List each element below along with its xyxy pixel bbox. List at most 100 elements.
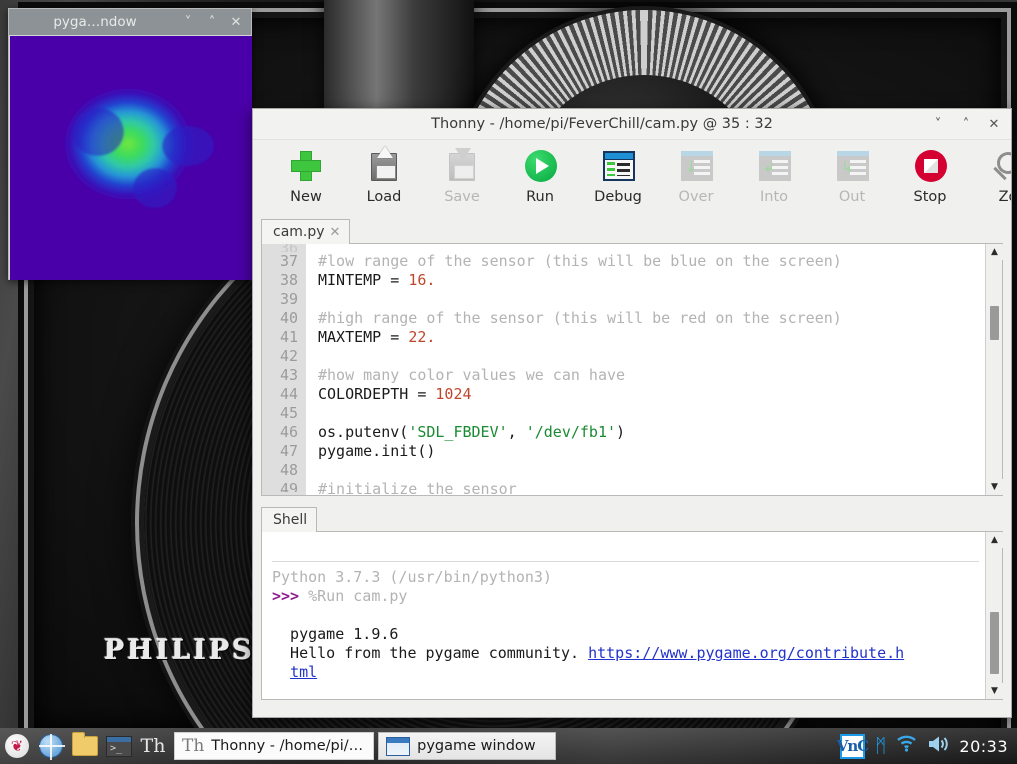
- toolbar-new-button[interactable]: New: [267, 146, 345, 205]
- thonny-maximize-button[interactable]: ˄: [957, 115, 975, 133]
- editor-code-line[interactable]: MINTEMP = 16.: [318, 271, 985, 290]
- thonny-toolbar[interactable]: New Load Save Run Debug ↓: [253, 140, 1011, 214]
- editor-code-line: [318, 244, 985, 252]
- editor-scroll-thumb[interactable]: [990, 306, 999, 340]
- shell-separator: [272, 561, 979, 562]
- pygame-maximize-button[interactable]: ˄: [201, 11, 223, 33]
- toolbar-over-label: Over: [679, 189, 714, 205]
- editor-vertical-scrollbar[interactable]: ▲ ▼: [985, 244, 1002, 495]
- shell-scroll-up-arrow[interactable]: ▲: [986, 532, 1003, 548]
- thonny-titlebar[interactable]: Thonny - /home/pi/FeverChill/cam.py @ 35…: [253, 109, 1011, 140]
- shell-tab[interactable]: Shell: [261, 507, 317, 533]
- shell-line: Python 3.7.3 (/usr/bin/python3): [272, 568, 985, 587]
- taskwin-pygame[interactable]: pygame window: [378, 732, 556, 760]
- shell-line: pygame 1.9.6: [272, 625, 985, 644]
- code-token: os.putenv(: [318, 423, 408, 441]
- shell-token: Python 3.7.3 (/usr/bin/python3): [272, 568, 552, 586]
- wifi-icon[interactable]: [896, 735, 917, 757]
- toolbar-load-label: Load: [367, 189, 402, 205]
- shell-vertical-scrollbar[interactable]: ▲ ▼: [985, 532, 1002, 699]
- shell-line: tml: [272, 663, 985, 682]
- volume-icon[interactable]: [927, 735, 949, 758]
- shell-link[interactable]: https://www.pygame.org/contribute.h: [588, 644, 904, 662]
- toolbar-step-out-button[interactable]: ↳ Out: [813, 146, 891, 205]
- terminal-icon[interactable]: [102, 729, 136, 763]
- editor-line-number: 39: [262, 290, 298, 309]
- load-file-icon: [363, 146, 405, 186]
- taskwin-thonny[interactable]: Th Thonny - /home/pi/…: [174, 732, 374, 760]
- editor-code-line[interactable]: [318, 290, 985, 309]
- editor-code-line[interactable]: os.putenv('SDL_FBDEV', '/dev/fb1'): [318, 423, 985, 442]
- pygame-thermal-canvas[interactable]: [10, 36, 252, 280]
- editor-line-number: 46: [262, 423, 298, 442]
- code-token: #low range of the sensor (this will be b…: [318, 252, 842, 270]
- editor-code-line[interactable]: #high range of the sensor (this will be …: [318, 309, 985, 328]
- toolbar-run-button[interactable]: Run: [501, 146, 579, 205]
- toolbar-zoom-button[interactable]: Zo: [969, 146, 1011, 205]
- taskbar[interactable]: ❦ Th Th Thonny - /home/pi/… pygame windo…: [0, 728, 1017, 764]
- code-token: 22.: [408, 328, 435, 346]
- editor-tab-label: cam.py: [273, 224, 325, 240]
- toolbar-step-over-button[interactable]: ↓ Over: [657, 146, 735, 205]
- pygame-window[interactable]: pyga…ndow ˅ ˄ ✕: [8, 8, 252, 280]
- editor-code-line[interactable]: MAXTEMP = 22.: [318, 328, 985, 347]
- debug-icon: [597, 146, 639, 186]
- shell-tabstrip[interactable]: Shell: [261, 504, 1003, 532]
- code-token: #initialize the sensor: [318, 480, 517, 495]
- editor-code-text[interactable]: #low range of the sensor (this will be b…: [306, 244, 985, 495]
- shell-output-text[interactable]: Python 3.7.3 (/usr/bin/python3)>>> %Run …: [262, 532, 985, 699]
- toolbar-stop-button[interactable]: Stop: [891, 146, 969, 205]
- thonny-window[interactable]: Thonny - /home/pi/FeverChill/cam.py @ 35…: [252, 108, 1012, 718]
- toolbar-debug-button[interactable]: Debug: [579, 146, 657, 205]
- editor-code-line[interactable]: [318, 461, 985, 480]
- stop-icon: [909, 146, 951, 186]
- editor-line-numbers: 3637383940414243444546474849: [262, 244, 306, 495]
- folder-glyph: [72, 736, 98, 756]
- toolbar-new-label: New: [290, 189, 322, 205]
- file-manager-icon[interactable]: [68, 729, 102, 763]
- shell-pane[interactable]: Python 3.7.3 (/usr/bin/python3)>>> %Run …: [261, 532, 1003, 700]
- pygame-close-button[interactable]: ✕: [225, 11, 247, 33]
- editor-line-number: 47: [262, 442, 298, 461]
- shell-scroll-thumb[interactable]: [990, 612, 999, 674]
- editor-tab-cam-py[interactable]: cam.py ✕: [261, 219, 350, 245]
- system-tray[interactable]: VnC ᛗ 20:33: [840, 734, 1017, 759]
- editor-code-line[interactable]: pygame.init(): [318, 442, 985, 461]
- code-token: '/dev/fb1': [526, 423, 616, 441]
- code-editor-pane[interactable]: 3637383940414243444546474849 #low range …: [261, 244, 1003, 496]
- toolbar-load-button[interactable]: Load: [345, 146, 423, 205]
- vnc-icon[interactable]: VnC: [840, 734, 865, 759]
- bluetooth-icon[interactable]: ᛗ: [875, 735, 886, 757]
- code-token: COLORDEPTH =: [318, 385, 435, 403]
- editor-code-line[interactable]: #low range of the sensor (this will be b…: [318, 252, 985, 271]
- pygame-titlebar[interactable]: pyga…ndow ˅ ˄ ✕: [9, 9, 251, 35]
- editor-code-line[interactable]: [318, 347, 985, 366]
- shell-link[interactable]: tml: [290, 663, 317, 681]
- thonny-minimize-button[interactable]: ˅: [929, 115, 947, 133]
- editor-tab-close-icon[interactable]: ✕: [330, 225, 341, 240]
- code-token: MINTEMP =: [318, 271, 408, 289]
- toolbar-run-label: Run: [526, 189, 554, 205]
- editor-code-line[interactable]: #initialize the sensor: [318, 480, 985, 492]
- pygame-icon: [386, 737, 410, 756]
- editor-scroll-down-arrow[interactable]: ▼: [986, 479, 1003, 495]
- toolbar-debug-label: Debug: [594, 189, 642, 205]
- raspberry-menu-icon[interactable]: ❦: [0, 729, 34, 763]
- toolbar-step-into-button[interactable]: ↲ Into: [735, 146, 813, 205]
- editor-tabstrip[interactable]: cam.py ✕: [261, 216, 1003, 244]
- editor-code-line[interactable]: COLORDEPTH = 1024: [318, 385, 985, 404]
- shell-scroll-down-arrow[interactable]: ▼: [986, 683, 1003, 699]
- web-browser-icon[interactable]: [34, 729, 68, 763]
- wallpaper-brand-text: PHILIPS: [104, 635, 255, 666]
- thonny-close-button[interactable]: ✕: [985, 115, 1003, 133]
- toolbar-save-button[interactable]: Save: [423, 146, 501, 205]
- editor-code-line[interactable]: #how many color values we can have: [318, 366, 985, 385]
- pygame-minimize-button[interactable]: ˅: [177, 11, 199, 33]
- shell-line: [272, 538, 985, 557]
- taskbar-clock[interactable]: 20:33: [959, 737, 1008, 756]
- thermal-heatmap-svg: [10, 36, 252, 280]
- editor-code-line[interactable]: [318, 404, 985, 423]
- shell-token: >>>: [272, 587, 308, 605]
- thonny-launcher-icon[interactable]: Th: [136, 729, 170, 763]
- editor-scroll-up-arrow[interactable]: ▲: [986, 244, 1003, 260]
